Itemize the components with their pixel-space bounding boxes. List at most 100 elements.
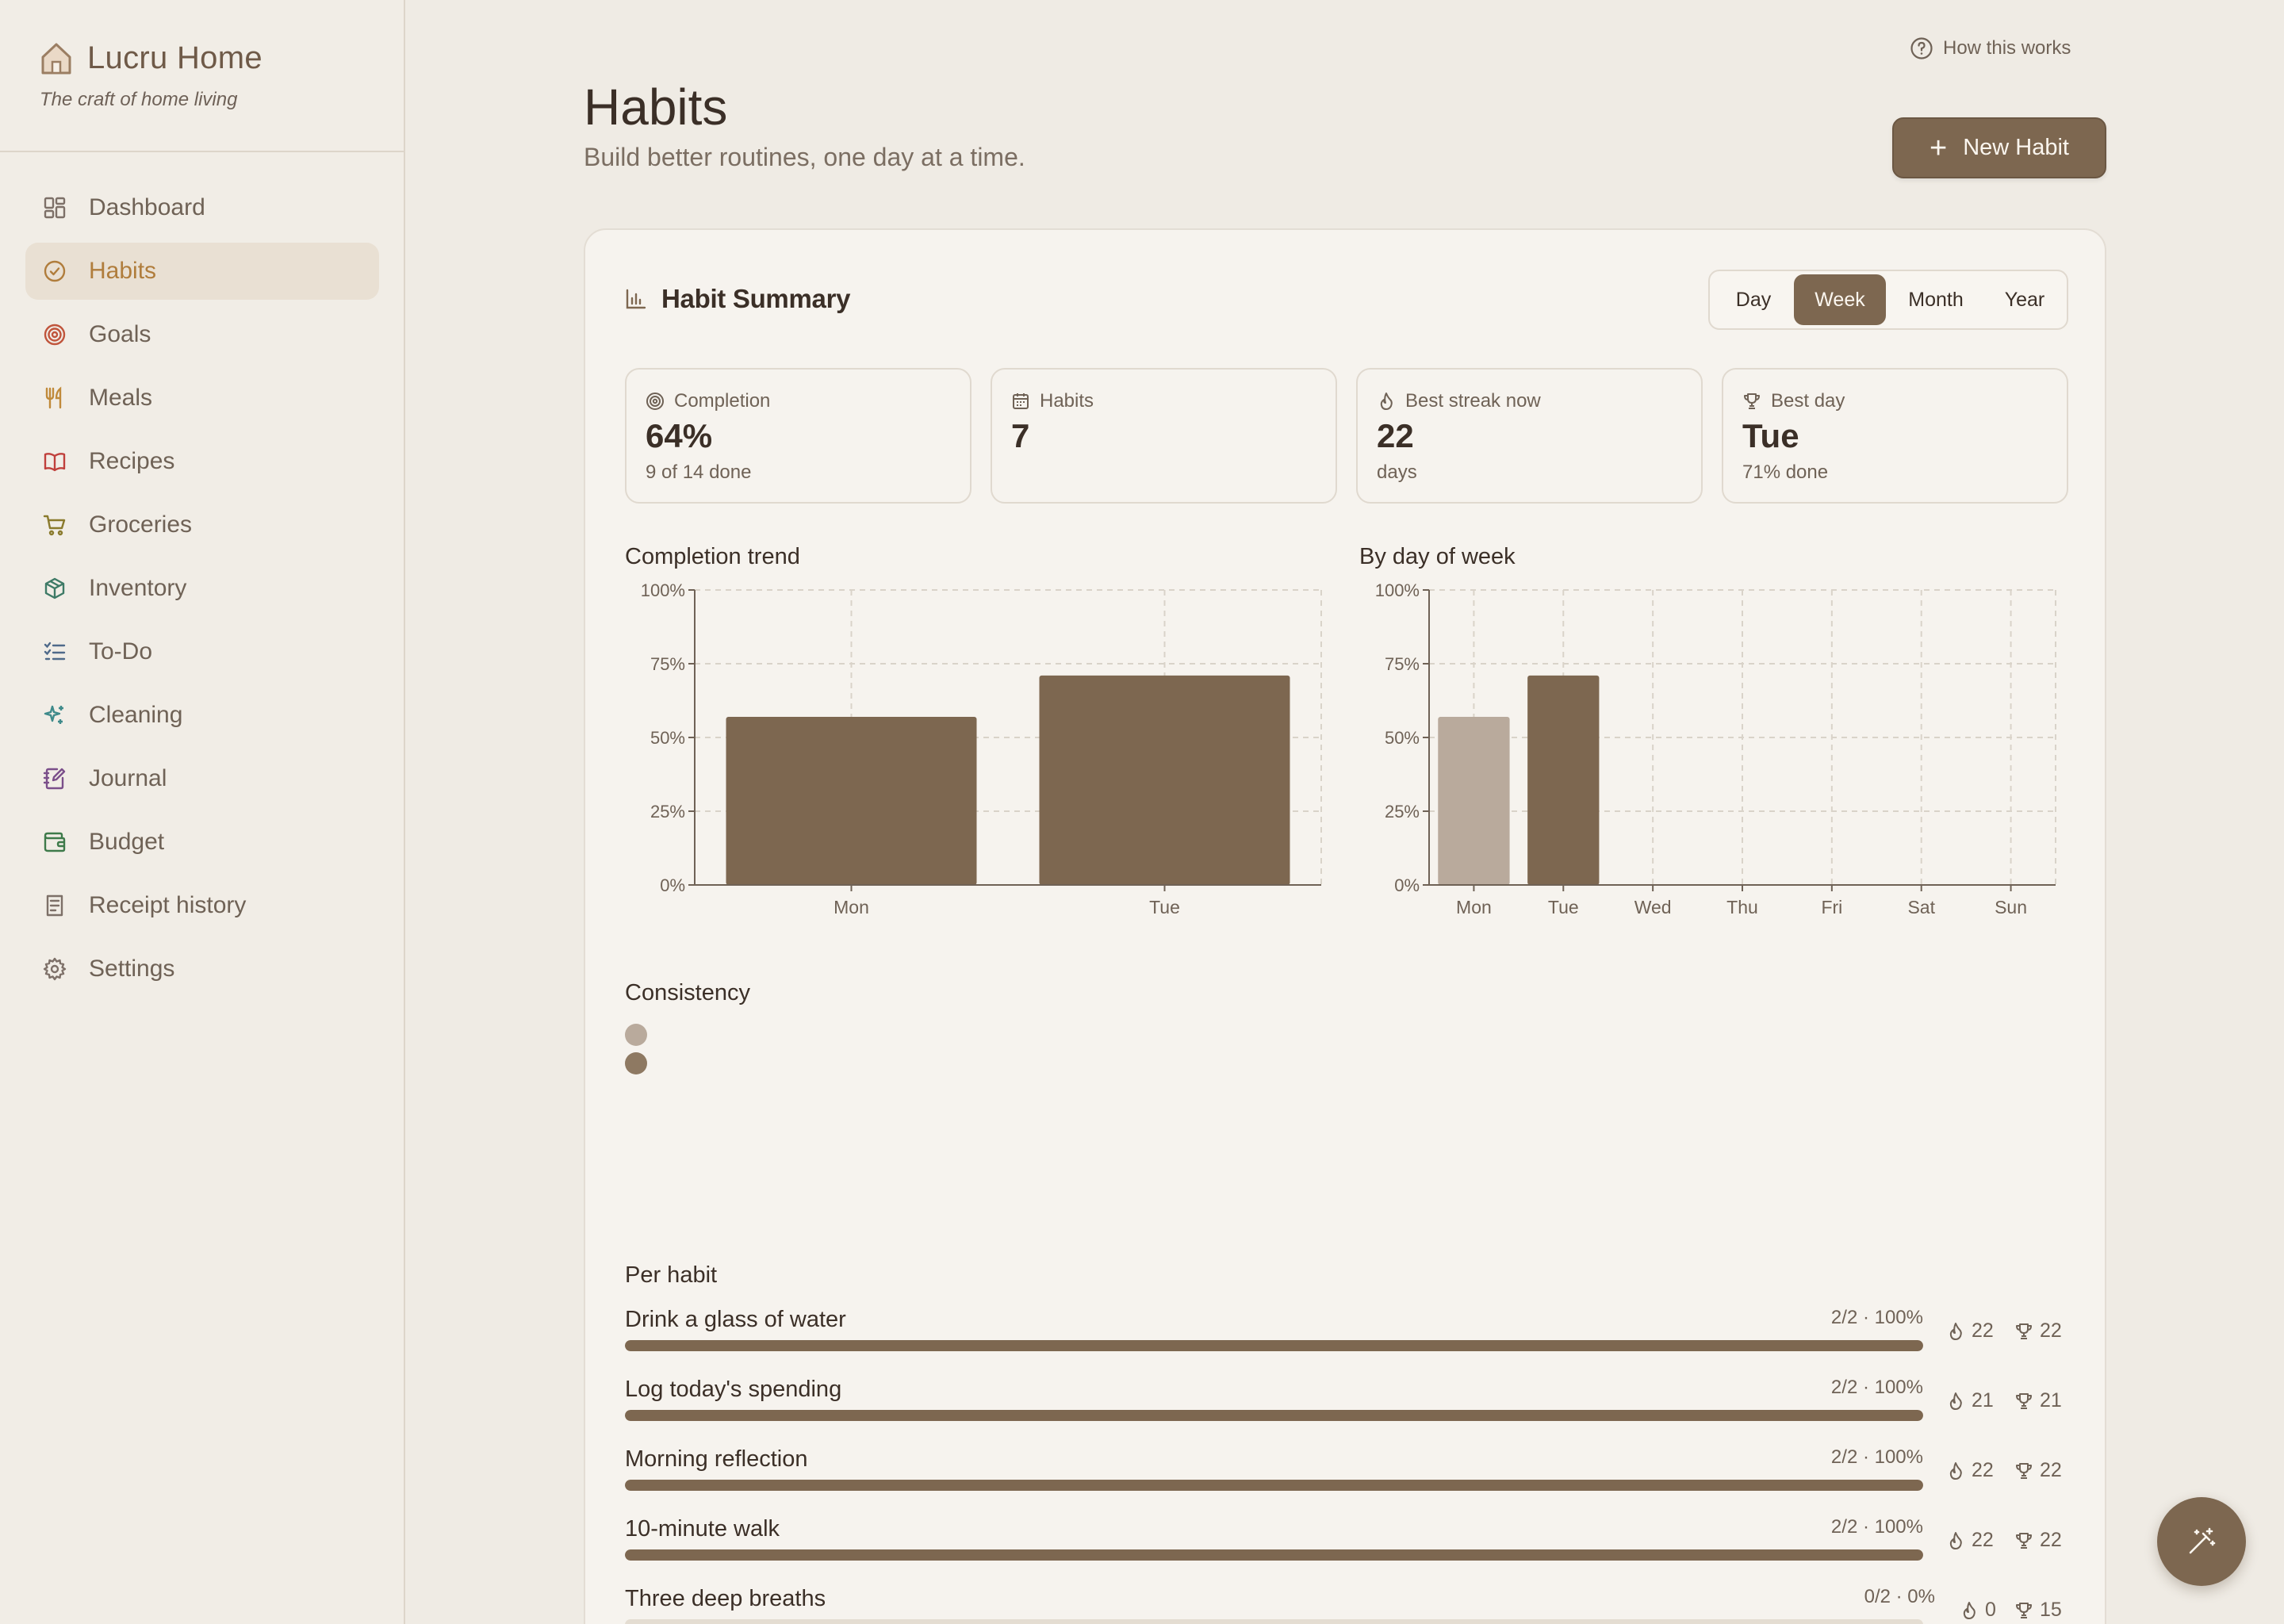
flame-icon — [1380, 393, 1393, 410]
wand-sparkles-icon — [2189, 1527, 2216, 1554]
sidebar-item-label: Settings — [89, 956, 175, 982]
sidebar-item-meals[interactable]: Meals — [25, 370, 379, 427]
x-tick-label: Tue — [1548, 897, 1579, 917]
habit-progress-bar — [625, 1549, 1923, 1561]
habit-stat: 2/2 · 100% — [1830, 1307, 1923, 1328]
flame-icon — [1949, 1531, 1962, 1549]
sidebar-item-habits[interactable]: Habits — [25, 243, 379, 300]
calendar-icon — [1013, 393, 1029, 409]
habit-summary-card: Habit Summary Day Week Month Year Comple… — [584, 228, 2106, 1624]
habit-streak: 21 — [1946, 1389, 1994, 1412]
sidebar-item-label: Journal — [89, 765, 167, 791]
habit-progress-fill — [625, 1480, 1923, 1491]
sidebar-item-label: Dashboard — [89, 194, 205, 220]
flame-icon — [1949, 1461, 1962, 1480]
by-day-of-week-chart: 0% 25% 50% 75% 100% Mon Tue Wed Thu Fri Sat Sun — [1375, 580, 2056, 917]
stat-value: 22 — [1377, 417, 1414, 454]
stat-best-day: Best day Tue 71% done — [1722, 368, 2068, 504]
new-habit-button[interactable]: + New Habit — [1892, 117, 2106, 178]
range-month-button[interactable]: Month — [1886, 274, 1986, 325]
range-year-button[interactable]: Year — [1986, 274, 2064, 325]
habit-stat: 2/2 · 100% — [1830, 1516, 1923, 1538]
y-tick-label: 75% — [1385, 654, 1420, 674]
trophy-icon — [2016, 1602, 2032, 1618]
x-tick-label: Thu — [1726, 897, 1758, 917]
utensils-icon — [43, 386, 67, 410]
sidebar-item-label: To-Do — [89, 638, 153, 665]
sidebar-item-dashboard[interactable]: Dashboard — [25, 179, 379, 236]
notebook-pen-icon — [43, 767, 67, 791]
habit-row[interactable]: Morning reflection 2/2 · 100% 22 22 — [625, 1446, 2108, 1516]
habit-row[interactable]: 10-minute walk 2/2 · 100% 22 22 — [625, 1516, 2108, 1586]
y-tick-label: 25% — [650, 802, 685, 822]
sidebar-item-cleaning[interactable]: Cleaning — [25, 687, 379, 744]
habit-name: Drink a glass of water — [625, 1307, 846, 1332]
sidebar-nav: Dashboard Habits Goals Meals Recipes Gro… — [25, 179, 379, 1004]
habit-stat: 0/2 · 0% — [1864, 1586, 1935, 1607]
habit-best: 22 — [2014, 1459, 2062, 1482]
card-title: Habit Summary — [661, 284, 851, 313]
habit-progress-bar — [625, 1340, 1923, 1351]
sidebar-item-receipt-history[interactable]: Receipt history — [25, 877, 379, 934]
y-tick-label: 100% — [641, 580, 685, 600]
habit-best-value: 22 — [2040, 1320, 2062, 1342]
habit-streak: 22 — [1946, 1529, 1994, 1552]
habit-streak-value: 22 — [1972, 1529, 1994, 1551]
habit-streak-value: 22 — [1972, 1320, 1994, 1342]
range-week-button[interactable]: Week — [1794, 274, 1886, 325]
y-tick-label: 25% — [1385, 802, 1420, 822]
y-tick-label: 50% — [650, 728, 685, 748]
sidebar-item-groceries[interactable]: Groceries — [25, 496, 379, 553]
consistency-dot — [625, 1052, 647, 1074]
how-this-works-link[interactable]: How this works — [1910, 36, 2071, 60]
sidebar-item-inventory[interactable]: Inventory — [25, 560, 379, 617]
x-tick-label: Tue — [1149, 897, 1180, 917]
x-tick-label: Sun — [1995, 897, 2027, 917]
sidebar-item-journal[interactable]: Journal — [25, 750, 379, 807]
sidebar-item-label: Meals — [89, 385, 153, 411]
habit-best: 22 — [2014, 1529, 2062, 1552]
x-tick-label: Wed — [1634, 897, 1672, 917]
sidebar-item-settings[interactable]: Settings — [25, 940, 379, 998]
new-habit-label: New Habit — [1963, 135, 2069, 160]
sidebar-item-goals[interactable]: Goals — [25, 306, 379, 363]
target-icon — [43, 323, 67, 347]
habit-row[interactable]: Drink a glass of water 2/2 · 100% 22 22 — [625, 1307, 2108, 1377]
sidebar-item-todo[interactable]: To-Do — [25, 623, 379, 680]
habit-name: Log today's spending — [625, 1377, 842, 1402]
habit-name: Three deep breaths — [625, 1586, 826, 1611]
sidebar-item-budget[interactable]: Budget — [25, 814, 379, 871]
stat-best-streak: Best streak now 22 days — [1356, 368, 1703, 504]
x-tick-label: Mon — [1456, 897, 1492, 917]
x-tick-label: Mon — [834, 897, 869, 917]
habit-progress-fill — [625, 1340, 1923, 1351]
bar-tue — [1527, 675, 1600, 885]
page-subtitle: Build better routines, one day at a time… — [584, 143, 1025, 171]
by-day-of-week-title: By day of week — [1359, 544, 1516, 569]
habit-row[interactable]: Log today's spending 2/2 · 100% 21 21 — [625, 1377, 2108, 1446]
bar-mon — [726, 716, 977, 885]
sidebar-item-label: Cleaning — [89, 702, 183, 728]
stat-value: 7 — [1011, 417, 1030, 454]
trophy-icon — [1744, 393, 1760, 409]
magic-wand-button[interactable] — [2157, 1497, 2246, 1586]
stat-completion: Completion 64% 9 of 14 done — [625, 368, 971, 504]
stat-habits: Habits 7 — [991, 368, 1337, 504]
brand: Lucru Home The craft of home living — [40, 40, 263, 111]
sidebar-item-label: Recipes — [89, 448, 175, 474]
gear-icon — [43, 957, 67, 981]
sidebar-item-label: Budget — [89, 829, 165, 855]
habit-streak: 22 — [1946, 1459, 1994, 1482]
habit-best-value: 21 — [2040, 1389, 2062, 1411]
trophy-icon — [2016, 1392, 2032, 1409]
range-day-button[interactable]: Day — [1713, 274, 1794, 325]
brand-title: Lucru Home — [87, 40, 263, 75]
sidebar-item-recipes[interactable]: Recipes — [25, 433, 379, 490]
y-tick-label: 50% — [1385, 728, 1420, 748]
x-tick-label: Fri — [1821, 897, 1842, 917]
sidebar-item-label: Inventory — [89, 575, 187, 601]
cart-icon — [43, 513, 67, 537]
consistency-dot — [625, 1024, 647, 1046]
habit-row[interactable]: Three deep breaths 0/2 · 0% 0 15 — [625, 1586, 2108, 1624]
habit-progress-bar — [625, 1480, 1923, 1491]
